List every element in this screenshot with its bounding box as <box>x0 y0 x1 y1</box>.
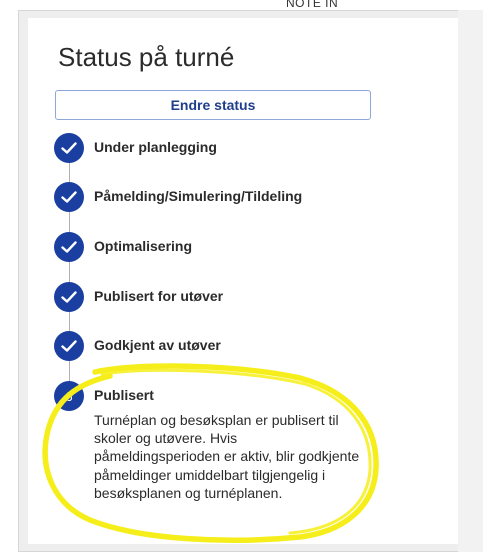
step-label: Publisert <box>94 387 154 403</box>
screenshot-stage: NOTE IN Status på turné Endre status Und… <box>0 0 499 559</box>
check-icon <box>61 291 77 303</box>
check-icon <box>61 340 77 352</box>
tour-status-panel: Status på turné Endre status Under planl… <box>28 18 458 544</box>
step-label: Påmelding/Simulering/Tildeling <box>94 188 303 204</box>
step-number: 6 <box>65 388 73 404</box>
change-status-button[interactable]: Endre status <box>55 90 371 120</box>
step-label: Godkjent av utøver <box>94 337 221 353</box>
step-complete-circle <box>54 133 84 163</box>
page-title: Status på turné <box>58 42 235 72</box>
step-number-circle: 6 <box>54 381 84 411</box>
step-complete-circle <box>54 282 84 312</box>
step-complete-circle <box>54 182 84 212</box>
step-label: Publisert for utøver <box>94 288 224 304</box>
step-label: Optimalisering <box>94 238 193 254</box>
step-label: Under planlegging <box>94 139 217 155</box>
step-complete-circle <box>54 232 84 262</box>
check-icon <box>61 142 77 154</box>
check-icon <box>61 241 77 253</box>
cropped-top-text: NOTE IN <box>286 0 339 10</box>
step-description: Turnéplan og besøksplan er publisert til… <box>94 412 360 501</box>
side-strip <box>458 10 483 552</box>
check-icon <box>61 191 77 203</box>
step-complete-circle <box>54 331 84 361</box>
